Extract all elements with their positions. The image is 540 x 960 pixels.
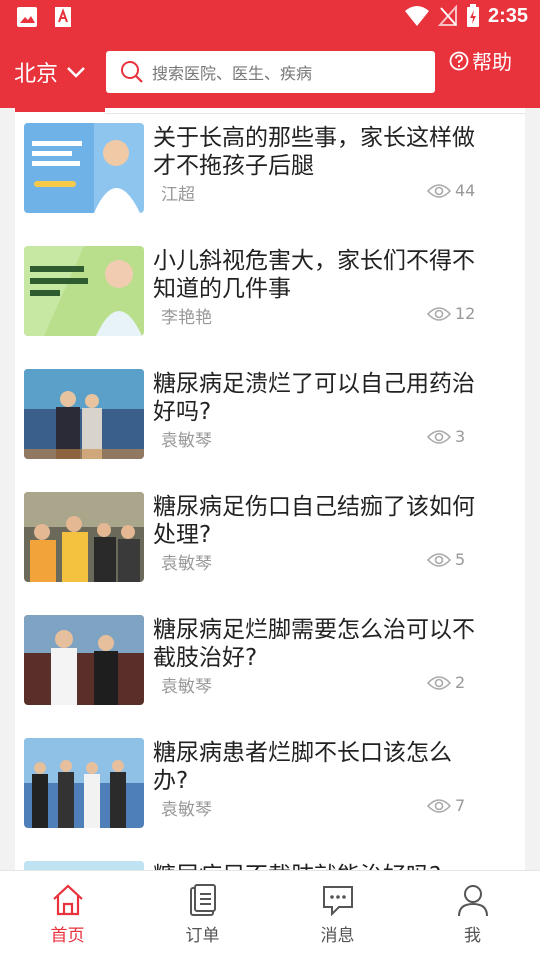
article-author: 李艳艳: [161, 308, 212, 328]
article-author: 袁敏琴: [161, 677, 212, 697]
list-item[interactable]: 小儿斜视危害大，家长们不得不知道的几件事 李艳艳 12: [15, 246, 525, 356]
list-item[interactable]: 糖尿病足不截肢就能治好吗?: [15, 861, 525, 870]
view-count: 12: [427, 304, 475, 323]
article-title: 关于长高的那些事，家长这样做才不拖孩子后腿: [153, 125, 475, 179]
view-count: 5: [427, 550, 465, 569]
app-notification-icon: [55, 7, 71, 27]
eye-icon: [427, 306, 451, 321]
article-thumbnail: [24, 246, 144, 336]
eye-icon: [427, 429, 451, 444]
eye-icon: [427, 675, 451, 690]
status-bar: 2:35: [0, 0, 540, 36]
article-title: 糖尿病足伤口自己结痂了该如何处理?: [153, 494, 475, 548]
article-thumbnail: [24, 123, 144, 213]
article-title: 糖尿病足溃烂了可以自己用药治好吗?: [153, 371, 475, 425]
article-thumbnail: [24, 369, 144, 459]
nav-orders[interactable]: 订单: [135, 871, 270, 960]
help-circle-icon: [449, 51, 469, 70]
help-label: 帮助: [472, 50, 512, 74]
view-count-value: 12: [455, 304, 476, 323]
view-count: 7: [427, 796, 465, 815]
article-author: 江超: [161, 185, 195, 205]
list-item[interactable]: 糖尿病足烂脚需要怎么治可以不截肢治好? 袁敏琴 2: [15, 615, 525, 725]
nav-me-label: 我: [464, 926, 481, 946]
bottom-navigation: 首页 订单 消息 我: [0, 870, 540, 960]
city-label: 北京: [14, 62, 59, 87]
eye-icon: [427, 183, 451, 198]
view-count-value: 7: [455, 796, 466, 815]
view-count-value: 5: [455, 550, 466, 569]
view-count-value: 3: [455, 427, 466, 446]
battery-charging-icon: [466, 4, 479, 27]
list-item[interactable]: 关于长高的那些事，家长这样做才不拖孩子后腿 江超 44: [15, 123, 525, 233]
view-count-value: 2: [455, 673, 466, 692]
eye-icon: [427, 552, 451, 567]
nav-messages[interactable]: 消息: [270, 871, 405, 960]
article-title: 糖尿病足不截肢就能治好吗?: [153, 862, 483, 870]
view-count: 44: [427, 181, 475, 200]
tab-indicator: [15, 108, 105, 112]
user-icon: [457, 885, 488, 917]
article-author: 袁敏琴: [161, 554, 212, 574]
home-icon: [52, 884, 83, 916]
article-title: 小儿斜视危害大，家长们不得不知道的几件事: [153, 248, 475, 302]
article-title: 糖尿病足烂脚需要怎么治可以不截肢治好?: [153, 617, 475, 671]
wifi-icon: [404, 6, 429, 26]
nav-messages-label: 消息: [320, 926, 355, 946]
chevron-down-icon: [67, 67, 85, 78]
list-item[interactable]: 糖尿病足溃烂了可以自己用药治好吗? 袁敏琴 3: [15, 369, 525, 479]
view-count: 2: [427, 673, 465, 692]
city-selector[interactable]: 北京: [14, 56, 86, 88]
view-count: 3: [427, 427, 465, 446]
list-item[interactable]: 糖尿病患者烂脚不长口该怎么办? 袁敏琴 7: [15, 738, 525, 848]
nav-home-label: 首页: [50, 926, 85, 946]
document-icon: [189, 884, 216, 916]
article-thumbnail: [24, 738, 144, 828]
search-placeholder: 搜索医院、医生、疾病: [152, 64, 313, 83]
article-author: 袁敏琴: [161, 431, 212, 451]
search-icon: [121, 61, 143, 83]
article-author: 袁敏琴: [161, 800, 212, 820]
no-signal-icon: [437, 5, 457, 26]
chat-bubble-icon: [322, 886, 353, 917]
nav-me[interactable]: 我: [405, 871, 540, 960]
list-item[interactable]: 糖尿病足伤口自己结痂了该如何处理? 袁敏琴 5: [15, 492, 525, 602]
app-header: 北京 搜索医院、医生、疾病 帮助: [0, 36, 540, 108]
article-title: 糖尿病患者烂脚不长口该怎么办?: [153, 740, 452, 794]
tab-divider: [105, 113, 525, 114]
eye-icon: [427, 798, 451, 813]
nav-orders-label: 订单: [185, 926, 220, 946]
help-button[interactable]: 帮助: [449, 46, 512, 75]
article-thumbnail: [24, 615, 144, 705]
search-bar[interactable]: 搜索医院、医生、疾病: [106, 51, 435, 93]
nav-home[interactable]: 首页: [0, 871, 135, 960]
article-list[interactable]: 关于长高的那些事，家长这样做才不拖孩子后腿 江超 44 小儿斜视危害大，家长们不…: [15, 108, 525, 870]
clock: 2:35: [487, 4, 528, 27]
view-count-value: 44: [455, 181, 476, 200]
article-thumbnail: [24, 861, 144, 870]
gallery-notification-icon: [17, 7, 37, 27]
article-thumbnail: [24, 492, 144, 582]
